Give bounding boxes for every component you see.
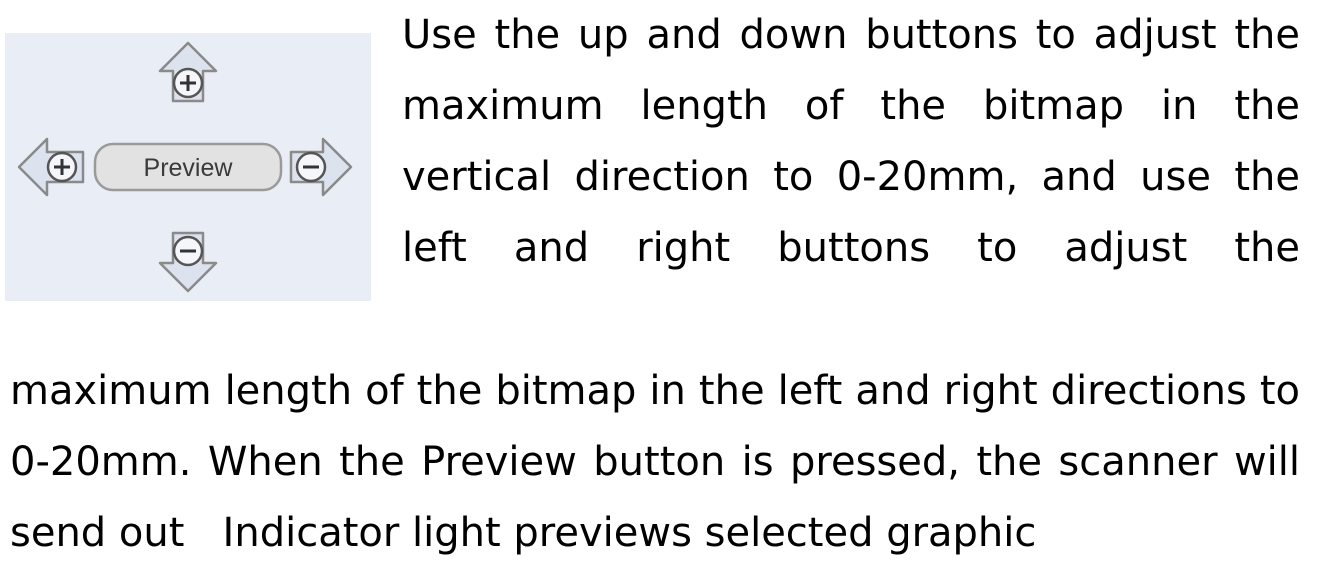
plus-circle-icon bbox=[46, 151, 78, 183]
paragraph-line: Use the up and down buttons to adjust th… bbox=[402, 12, 1300, 58]
paragraph-line: maximum length of the bitmap in the bbox=[402, 83, 1300, 129]
paragraph-line: vertical direction to 0-20mm, and use th… bbox=[402, 154, 1300, 200]
left-arrow-button[interactable] bbox=[17, 137, 85, 197]
paragraph-line: left and right buttons to adjust the bbox=[402, 225, 1300, 271]
plus-circle-icon bbox=[172, 67, 204, 99]
paragraph-wrapped-block: Use the up and down buttons to adjust th… bbox=[402, 0, 1300, 284]
paragraph-line: maximum length of the bitmap in the left… bbox=[10, 368, 1300, 414]
control-panel-image: Preview bbox=[5, 33, 371, 301]
preview-button[interactable]: Preview bbox=[93, 142, 283, 192]
minus-circle-icon bbox=[295, 151, 327, 183]
minus-circle-icon bbox=[172, 235, 204, 267]
right-arrow-button[interactable] bbox=[289, 137, 353, 197]
control-panel-graphic: Preview bbox=[17, 41, 353, 293]
down-arrow-button[interactable] bbox=[158, 231, 218, 293]
preview-button-label: Preview bbox=[144, 154, 234, 182]
up-arrow-button[interactable] bbox=[158, 41, 218, 103]
paragraph-full-width-block: maximum length of the bitmap in the left… bbox=[10, 356, 1300, 569]
paragraph-line: send out Indicator light previews select… bbox=[10, 510, 1037, 556]
paragraph-line: 0-20mm. When the Preview button is press… bbox=[10, 439, 1300, 485]
